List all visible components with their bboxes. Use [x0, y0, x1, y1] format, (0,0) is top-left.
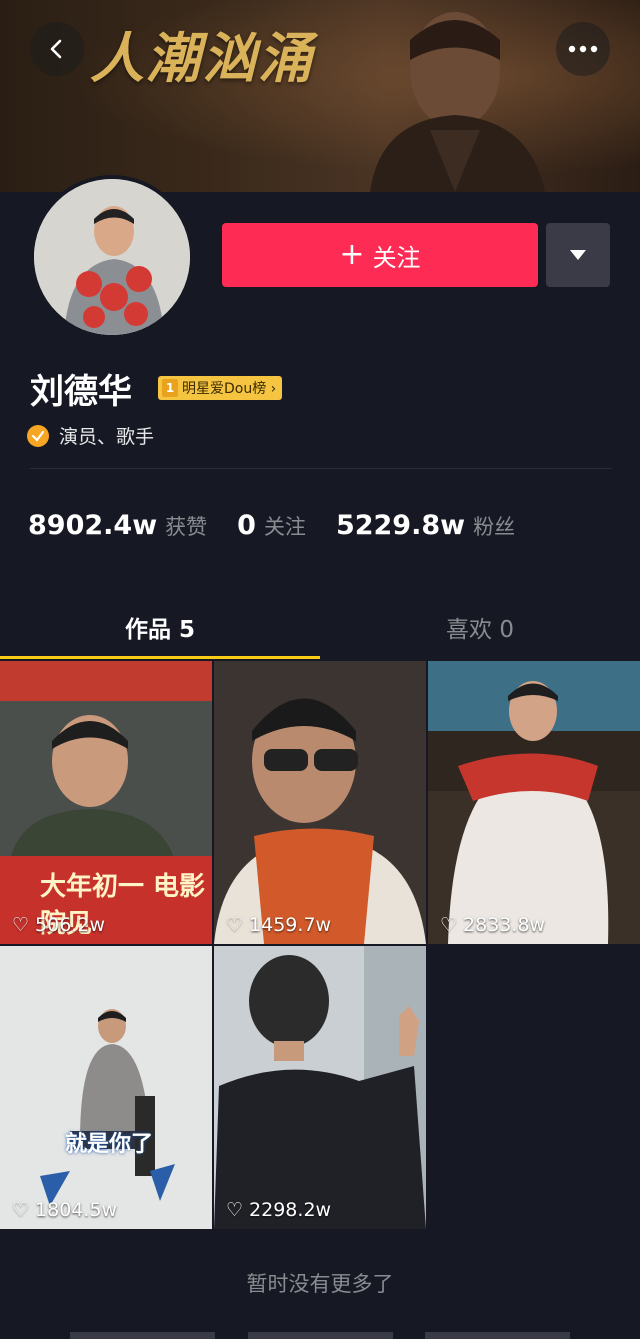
profile-banner: 人潮汹涌 — [0, 0, 640, 192]
rank-label: 明星爱Dou榜 › — [182, 381, 277, 397]
no-more-text: 暂时没有更多了 — [246, 1272, 394, 1296]
likes-count: 8902.4w — [28, 510, 158, 541]
bottom-bar-segment — [425, 1332, 570, 1339]
video-thumbnail-image — [428, 661, 640, 944]
profile-name: 刘德华 — [30, 372, 132, 412]
heart-outline-icon: ♡ — [12, 914, 30, 936]
heart-outline-icon: ♡ — [440, 914, 458, 936]
following-count[interactable]: 0 — [237, 510, 256, 541]
bottom-bar-segment — [70, 1332, 215, 1339]
video-thumbnail[interactable]: 就是你了 ♡ 1804.5w — [0, 946, 212, 1229]
verify-text: 演员、歌手 — [59, 426, 155, 448]
more-button[interactable] — [556, 22, 610, 76]
video-thumbnail[interactable]: ♡ 2298.2w — [214, 946, 426, 1229]
avatar-image — [34, 179, 190, 335]
recommend-dropdown-button[interactable] — [546, 223, 610, 287]
heart-outline-icon: ♡ — [226, 1199, 244, 1221]
video-likes-count: 506.2w — [35, 914, 105, 936]
profile-stats: 8902.4w 获赞 0 关注 5229.8w 粉丝 — [28, 510, 545, 541]
video-likes: ♡ 2833.8w — [440, 914, 545, 936]
video-overlay-text: 就是你了 — [65, 1132, 154, 1157]
tab-indicator — [0, 656, 320, 659]
video-thumbnail-image — [214, 946, 426, 1229]
followers-count[interactable]: 5229.8w — [336, 510, 465, 541]
video-thumbnail[interactable]: ♡ 1459.7w — [214, 661, 426, 944]
video-likes-count: 2298.2w — [249, 1199, 332, 1221]
rank-badge[interactable]: 1 明星爱Dou榜 › — [158, 376, 283, 400]
avatar[interactable] — [30, 175, 194, 339]
follow-label: 关注 — [372, 243, 421, 272]
chevron-left-icon — [50, 39, 62, 59]
tab-likes[interactable]: 喜欢 0 — [320, 596, 640, 658]
video-thumbnail[interactable]: ♡ 2833.8w — [428, 661, 640, 944]
video-likes: ♡ 1804.5w — [12, 1199, 117, 1221]
verified-check-icon — [27, 424, 49, 447]
video-thumbnail[interactable]: 大年初一 电影院见 ♡ 506.2w — [0, 661, 212, 944]
plus-icon: + — [339, 237, 365, 272]
caret-down-icon — [570, 250, 586, 260]
likes-label: 获赞 — [165, 515, 208, 539]
heart-outline-icon: ♡ — [12, 1199, 30, 1221]
tab-works[interactable]: 作品 5 — [0, 596, 320, 658]
banner-person-image — [370, 12, 545, 192]
video-likes-count: 1804.5w — [35, 1199, 118, 1221]
banner-title: 人潮汹涌 — [90, 26, 314, 90]
follow-button[interactable]: + 关注 — [222, 223, 538, 287]
divider — [30, 468, 612, 469]
video-thumbnail-image — [0, 946, 212, 1229]
back-button[interactable] — [30, 22, 84, 76]
video-likes-count: 1459.7w — [249, 914, 332, 936]
video-thumbnail-image — [214, 661, 426, 944]
followers-label[interactable]: 粉丝 — [473, 511, 515, 541]
more-dots-icon — [568, 45, 598, 53]
video-likes: ♡ 1459.7w — [226, 914, 331, 936]
rank-number: 1 — [162, 379, 178, 397]
video-likes: ♡ 506.2w — [12, 914, 105, 936]
verification: 演员、歌手 — [27, 422, 154, 449]
video-likes-count: 2833.8w — [463, 914, 546, 936]
bottom-bar-segment — [248, 1332, 393, 1339]
following-label[interactable]: 关注 — [264, 511, 306, 541]
video-likes: ♡ 2298.2w — [226, 1199, 331, 1221]
profile-tabs: 作品 5 喜欢 0 — [0, 596, 640, 658]
heart-outline-icon: ♡ — [226, 914, 244, 936]
